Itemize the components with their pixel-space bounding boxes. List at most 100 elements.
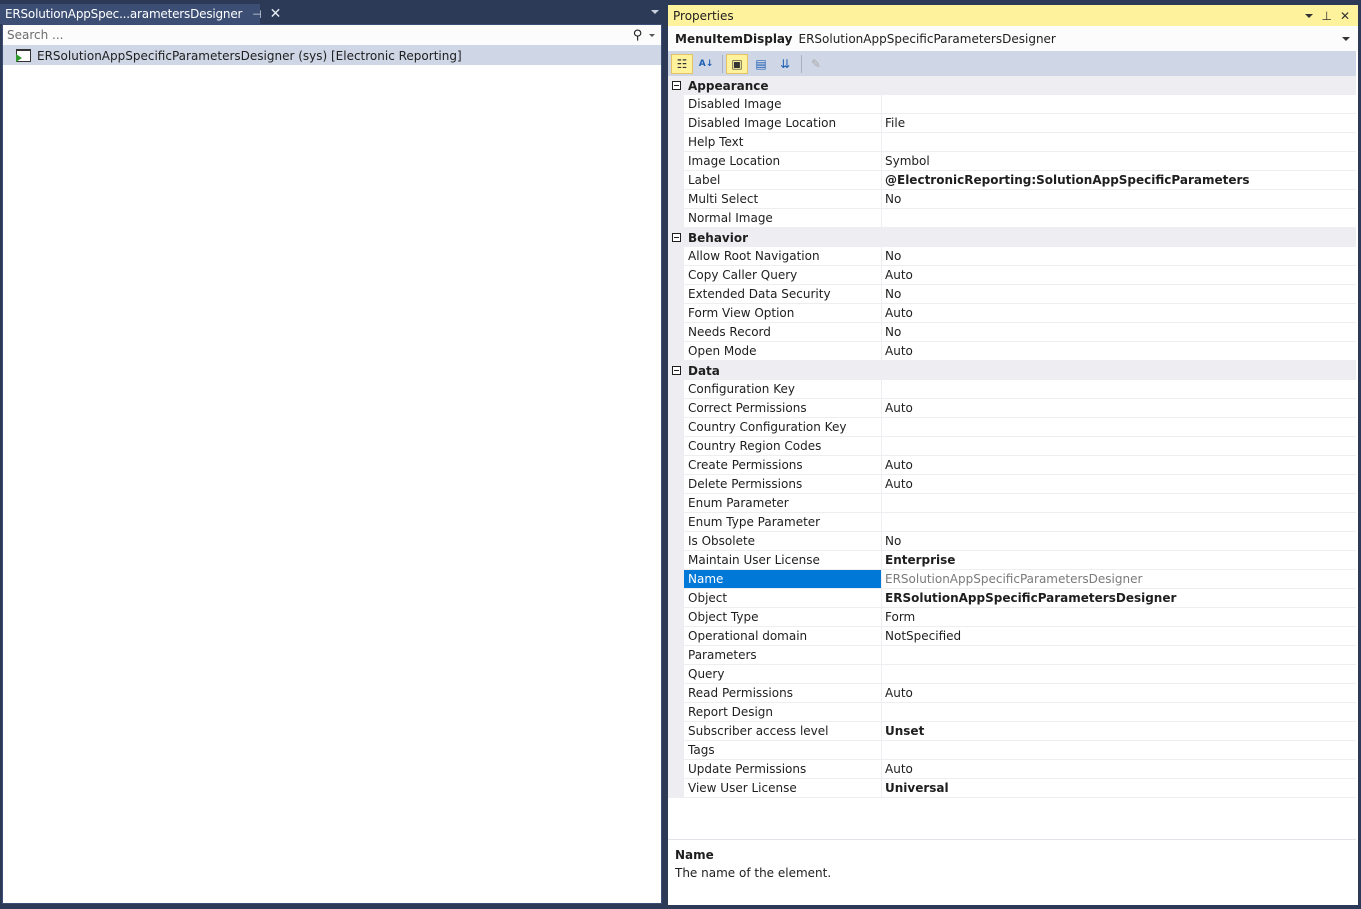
- window-position-dropdown-icon[interactable]: [1305, 9, 1314, 23]
- property-value[interactable]: ERSolutionAppSpecificParametersDesigner: [882, 570, 1356, 589]
- property-name[interactable]: Extended Data Security: [684, 285, 882, 304]
- property-name[interactable]: Image Location: [684, 152, 882, 171]
- property-name[interactable]: Country Configuration Key: [684, 418, 882, 437]
- property-name[interactable]: Enum Type Parameter: [684, 513, 882, 532]
- property-value[interactable]: Auto: [882, 760, 1356, 779]
- property-row[interactable]: Normal Image: [668, 209, 1356, 228]
- property-name[interactable]: Form View Option: [684, 304, 882, 323]
- property-name[interactable]: Is Obsolete: [684, 532, 882, 551]
- property-name[interactable]: Configuration Key: [684, 380, 882, 399]
- property-value[interactable]: Auto: [882, 342, 1356, 361]
- property-name[interactable]: Label: [684, 171, 882, 190]
- property-row[interactable]: Name ERSolutionAppSpecificParametersDesig…: [668, 570, 1356, 589]
- property-row[interactable]: Help Text: [668, 133, 1356, 152]
- property-name[interactable]: Delete Permissions: [684, 475, 882, 494]
- property-value[interactable]: [882, 133, 1356, 152]
- category-data[interactable]: Data: [668, 361, 1356, 380]
- property-value[interactable]: [882, 95, 1356, 114]
- property-row[interactable]: Object ERSolutionAppSpecificParametersDes…: [668, 589, 1356, 608]
- property-row[interactable]: Multi Select No: [668, 190, 1356, 209]
- property-row[interactable]: Allow Root Navigation No: [668, 247, 1356, 266]
- sort-icon[interactable]: ⇊: [774, 54, 796, 74]
- property-name[interactable]: Maintain User License: [684, 551, 882, 570]
- property-row[interactable]: Open Mode Auto: [668, 342, 1356, 361]
- property-value[interactable]: [882, 703, 1356, 722]
- property-name[interactable]: Parameters: [684, 646, 882, 665]
- property-row[interactable]: Disabled Image Location File: [668, 114, 1356, 133]
- property-row[interactable]: Operational domain NotSpecified: [668, 627, 1356, 646]
- property-row[interactable]: Read Permissions Auto: [668, 684, 1356, 703]
- property-row[interactable]: Maintain User License Enterprise: [668, 551, 1356, 570]
- category-appearance[interactable]: Appearance: [668, 76, 1356, 95]
- property-row[interactable]: Disabled Image: [668, 95, 1356, 114]
- property-name[interactable]: Object: [684, 589, 882, 608]
- property-name[interactable]: Enum Parameter: [684, 494, 882, 513]
- search-options-dropdown-icon[interactable]: [649, 33, 655, 37]
- property-value[interactable]: ERSolutionAppSpecificParametersDesigner: [882, 589, 1356, 608]
- property-row[interactable]: Object Type Form: [668, 608, 1356, 627]
- property-value[interactable]: No: [882, 190, 1356, 209]
- property-name[interactable]: Disabled Image: [684, 95, 882, 114]
- pin-icon[interactable]: ⊥: [1321, 9, 1331, 23]
- property-value[interactable]: Auto: [882, 304, 1356, 323]
- property-row[interactable]: Needs Record No: [668, 323, 1356, 342]
- property-name[interactable]: Needs Record: [684, 323, 882, 342]
- property-value[interactable]: [882, 380, 1356, 399]
- tab-overflow-dropdown-icon[interactable]: [651, 10, 659, 14]
- property-value[interactable]: [882, 646, 1356, 665]
- property-row[interactable]: Tags: [668, 741, 1356, 760]
- tree-item[interactable]: ERSolutionAppSpecificParametersDesigner …: [3, 46, 661, 65]
- property-name[interactable]: Create Permissions: [684, 456, 882, 475]
- close-icon[interactable]: ✕: [1340, 9, 1350, 23]
- property-name[interactable]: Country Region Codes: [684, 437, 882, 456]
- property-value[interactable]: Auto: [882, 266, 1356, 285]
- property-value[interactable]: Symbol: [882, 152, 1356, 171]
- property-name[interactable]: Object Type: [684, 608, 882, 627]
- property-value[interactable]: [882, 665, 1356, 684]
- categorized-icon[interactable]: ☷: [671, 53, 693, 74]
- property-row[interactable]: Query: [668, 665, 1356, 684]
- property-name[interactable]: Open Mode: [684, 342, 882, 361]
- property-value[interactable]: @ElectronicReporting:SolutionAppSpecific…: [882, 171, 1356, 190]
- property-name[interactable]: Multi Select: [684, 190, 882, 209]
- property-value[interactable]: Unset: [882, 722, 1356, 741]
- alphabetical-icon[interactable]: A↓: [695, 54, 717, 74]
- property-name[interactable]: Copy Caller Query: [684, 266, 882, 285]
- property-row[interactable]: Configuration Key: [668, 380, 1356, 399]
- document-tab[interactable]: ERSolutionAppSpec...arametersDesigner ⊣ …: [0, 4, 281, 24]
- property-row[interactable]: Report Design: [668, 703, 1356, 722]
- property-value[interactable]: Auto: [882, 475, 1356, 494]
- property-name[interactable]: Subscriber access level: [684, 722, 882, 741]
- property-value[interactable]: [882, 494, 1356, 513]
- property-row[interactable]: Create Permissions Auto: [668, 456, 1356, 475]
- collapse-icon[interactable]: [672, 81, 681, 90]
- property-row[interactable]: Enum Parameter: [668, 494, 1356, 513]
- property-value[interactable]: No: [882, 532, 1356, 551]
- property-row[interactable]: Extended Data Security No: [668, 285, 1356, 304]
- property-name[interactable]: Correct Permissions: [684, 399, 882, 418]
- property-value[interactable]: [882, 209, 1356, 228]
- property-name[interactable]: Disabled Image Location: [684, 114, 882, 133]
- category-behavior[interactable]: Behavior: [668, 228, 1356, 247]
- property-row[interactable]: View User License Universal: [668, 779, 1356, 798]
- property-value[interactable]: No: [882, 323, 1356, 342]
- property-name[interactable]: Report Design: [684, 703, 882, 722]
- property-value[interactable]: [882, 437, 1356, 456]
- property-name[interactable]: View User License: [684, 779, 882, 798]
- property-value[interactable]: Auto: [882, 684, 1356, 703]
- chevron-down-icon[interactable]: [1342, 32, 1350, 46]
- events-icon[interactable]: ▤: [750, 54, 772, 74]
- properties-icon[interactable]: ▣: [726, 53, 748, 74]
- property-value[interactable]: Enterprise: [882, 551, 1356, 570]
- collapse-icon[interactable]: [672, 366, 681, 375]
- property-value[interactable]: [882, 418, 1356, 437]
- property-row[interactable]: Subscriber access level Unset: [668, 722, 1356, 741]
- close-icon[interactable]: ✕: [270, 6, 282, 22]
- pin-icon[interactable]: ⊣: [252, 8, 262, 21]
- property-name[interactable]: Name: [684, 570, 882, 589]
- property-row[interactable]: Is Obsolete No: [668, 532, 1356, 551]
- property-value[interactable]: [882, 741, 1356, 760]
- property-row[interactable]: Copy Caller Query Auto: [668, 266, 1356, 285]
- property-value[interactable]: Universal: [882, 779, 1356, 798]
- property-row[interactable]: Country Region Codes: [668, 437, 1356, 456]
